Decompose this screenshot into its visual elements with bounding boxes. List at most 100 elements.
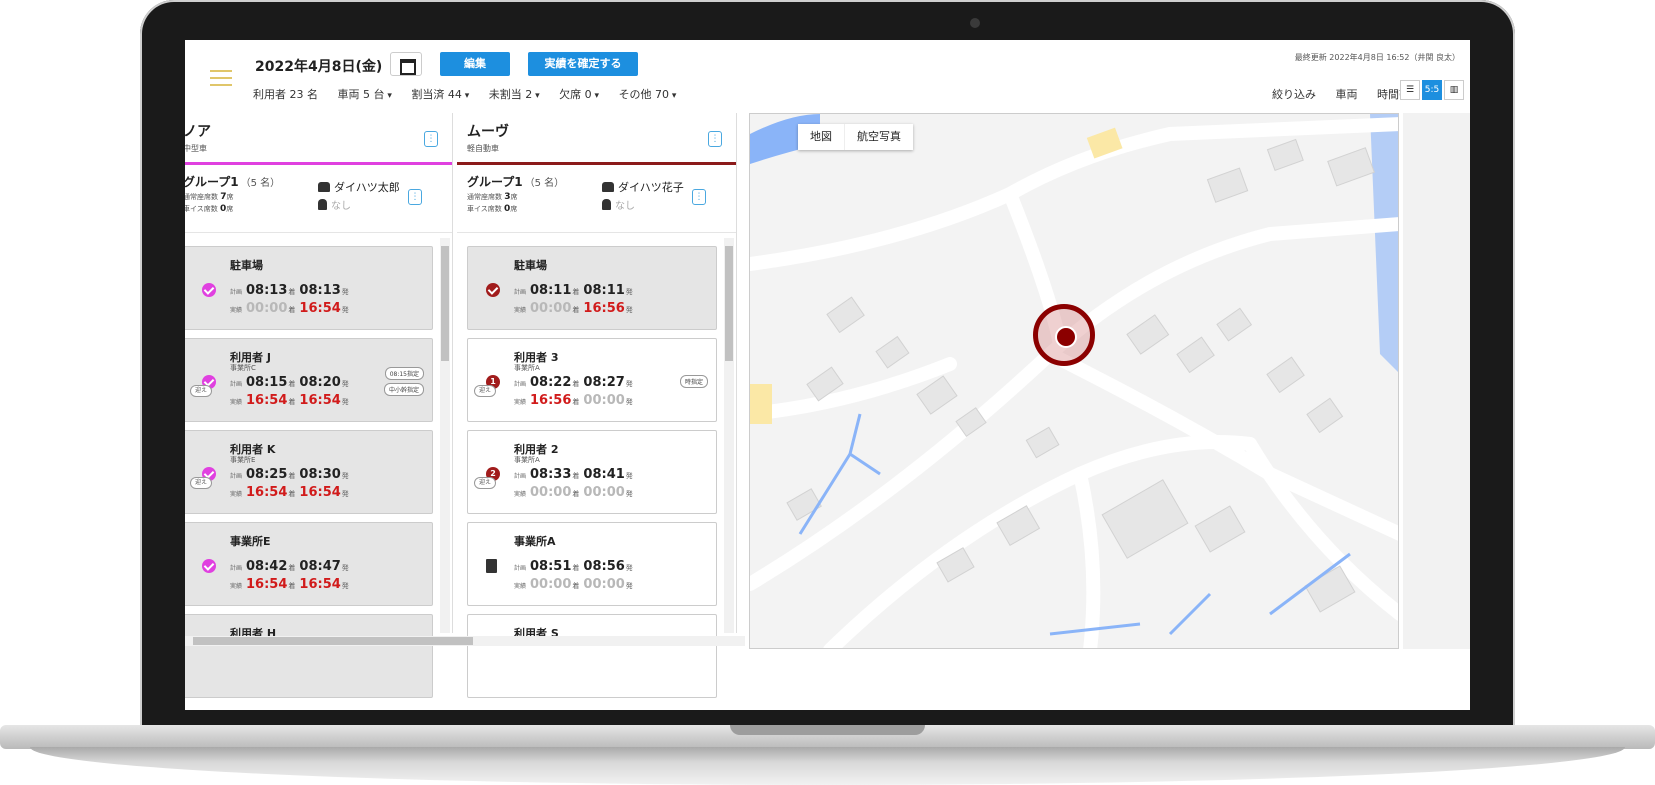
depart-unit: 発	[625, 582, 633, 590]
confirm-results-button[interactable]: 実績を確定する	[528, 52, 638, 76]
info-icon[interactable]: ⋮	[424, 131, 438, 147]
plan-label: 計画	[230, 473, 243, 480]
arrive-unit: 着	[288, 472, 296, 480]
group-info-icon[interactable]: ⋮	[692, 189, 706, 205]
calendar-button[interactable]	[390, 52, 422, 76]
vehicle-header: ノア 中型車 ⋮	[185, 113, 452, 165]
wheelchair-seat-unit: 席	[510, 205, 518, 213]
arrive-unit: 着	[572, 306, 580, 314]
users-count: 利用者 23 名	[253, 88, 318, 101]
check-icon	[486, 283, 500, 297]
helper-icon	[318, 199, 327, 210]
tab-map[interactable]: 地図	[798, 124, 845, 150]
plan-arrive: 08:42	[246, 559, 288, 574]
actual-arrive: 00:00	[530, 301, 572, 316]
time-designation-tag: 時指定	[679, 375, 708, 388]
pickup-badge: 迎え	[474, 477, 496, 489]
actual-depart: 16:54	[299, 577, 341, 592]
actual-label: 実績	[514, 307, 527, 314]
arrive-unit: 着	[572, 582, 580, 590]
menu-icon[interactable]	[210, 70, 232, 86]
vehicles-dropdown[interactable]: 車両 5 台	[338, 88, 392, 101]
driver-info: ダイハツ花子 なし	[602, 179, 684, 212]
plan-arrive: 08:13	[246, 283, 288, 298]
stop-card[interactable]: 利用者 K 事業所E 迎え 計画 08:25着 08:30発 実績 16:54着 16:…	[185, 430, 433, 514]
plan-arrive: 08:25	[246, 467, 288, 482]
absent-dropdown[interactable]: 欠席 0	[559, 88, 599, 101]
building-icon	[486, 559, 497, 573]
stop-card[interactable]: 駐車場 計画 08:11着 08:11発 実績 00:00着 16:56発	[467, 246, 717, 330]
unassigned-dropdown[interactable]: 未割当 2	[489, 88, 540, 101]
vehicle-name: ノア	[185, 124, 211, 140]
stop-card[interactable]: 1 利用者 3 事業所A 迎え 時指定 計画 08:22着 08:27発 実績 16:…	[467, 338, 717, 422]
plan-label: 計画	[514, 473, 527, 480]
vehicle-filter-dropdown[interactable]: 車両	[1336, 88, 1358, 101]
column-view-icon[interactable]: ▥	[1444, 80, 1464, 100]
other-dropdown[interactable]: その他 70	[619, 88, 677, 101]
list-view-icon[interactable]: ☰	[1400, 80, 1420, 100]
arrive-unit: 着	[288, 398, 296, 406]
edit-button[interactable]: 編集	[440, 52, 510, 76]
stop-list: 駐車場 計画 08:13着 08:13発 実績 00:00着 16:54発 利用者 J …	[185, 238, 433, 698]
vehicle-type: 中型車	[185, 144, 207, 153]
info-icon[interactable]: ⋮	[708, 131, 722, 147]
stop-card[interactable]: 利用者 H	[185, 614, 433, 698]
depart-unit: 発	[341, 490, 349, 498]
horizontal-scrollbar[interactable]	[185, 636, 745, 646]
vertical-scrollbar[interactable]	[724, 238, 734, 633]
wheelchair-seat-unit: 席	[226, 205, 234, 213]
stop-card[interactable]: 利用者 J 事業所C 迎え 08:15指定 中小幹指定 計画 08:15着 08:2…	[185, 338, 433, 422]
laptop-base	[0, 725, 1655, 785]
vehicle-name: ムーヴ	[467, 124, 509, 140]
pickup-badge: 迎え	[190, 477, 212, 489]
depart-unit: 発	[341, 380, 349, 388]
depart-unit: 発	[625, 306, 633, 314]
plan-label: 計画	[514, 565, 527, 572]
car-icon	[318, 182, 330, 192]
location-pin-icon[interactable]	[1033, 304, 1095, 366]
helper-name: なし	[615, 201, 635, 212]
time-designation-tag: 08:15指定	[384, 367, 424, 380]
plan-depart: 08:11	[583, 283, 625, 298]
stop-card[interactable]: 2 利用者 2 事業所A 迎え 計画 08:33着 08:41発 実績 00:00着 0…	[467, 430, 717, 514]
arrive-unit: 着	[288, 380, 296, 388]
actual-depart: 16:54	[299, 485, 341, 500]
group-header: グループ1 （5 名） 通常座席数 7席 車イス席数 0席 ダイハツ太郎 なし ⋮	[185, 165, 452, 233]
office-name: 事業所C	[230, 364, 256, 372]
map-view[interactable]: 地図 航空写真	[749, 113, 1399, 649]
driver-name: ダイハツ太郎	[334, 181, 400, 194]
actual-arrive: 00:00	[246, 301, 288, 316]
arrive-unit: 着	[288, 564, 296, 572]
group-count: （5 名）	[240, 178, 281, 189]
plan-arrive: 08:33	[530, 467, 572, 482]
arrive-unit: 着	[288, 582, 296, 590]
actual-arrive: 16:54	[246, 393, 288, 408]
depart-unit: 発	[341, 582, 349, 590]
last-updated-text: 最終更新 2022年4月8日 16:52（井関 良太）	[1294, 53, 1460, 62]
assigned-dropdown[interactable]: 割当済 44	[411, 88, 469, 101]
depart-unit: 発	[341, 398, 349, 406]
vertical-scrollbar[interactable]	[440, 238, 450, 633]
actual-label: 実績	[230, 583, 243, 590]
depart-unit: 発	[625, 490, 633, 498]
actual-depart: 00:00	[583, 485, 625, 500]
stop-card[interactable]: 事業所E 計画 08:42着 08:47発 実績 16:54着 16:54発	[185, 522, 433, 606]
office-name: 事業所A	[514, 364, 540, 372]
helper-name: なし	[331, 201, 351, 212]
seat-label: 通常座席数	[467, 193, 502, 201]
arrive-unit: 着	[572, 398, 580, 406]
stop-card[interactable]: 事業所A 計画 08:51着 08:56発 実績 00:00着 00:00発	[467, 522, 717, 606]
stop-card[interactable]: 利用者 S	[467, 614, 717, 698]
map-roads	[750, 114, 1398, 648]
tab-aerial[interactable]: 航空写真	[845, 124, 913, 150]
plan-arrive: 08:51	[530, 559, 572, 574]
plan-depart: 08:13	[299, 283, 341, 298]
split-view-button[interactable]: 5:5	[1422, 80, 1442, 100]
seat-unit: 席	[510, 193, 518, 201]
stop-card[interactable]: 駐車場 計画 08:13着 08:13発 実績 00:00着 16:54発	[185, 246, 433, 330]
stop-name: 駐車場	[230, 259, 263, 272]
group-info-icon[interactable]: ⋮	[408, 189, 422, 205]
arrive-unit: 着	[288, 306, 296, 314]
arrive-unit: 着	[572, 380, 580, 388]
plan-depart: 08:27	[583, 375, 625, 390]
